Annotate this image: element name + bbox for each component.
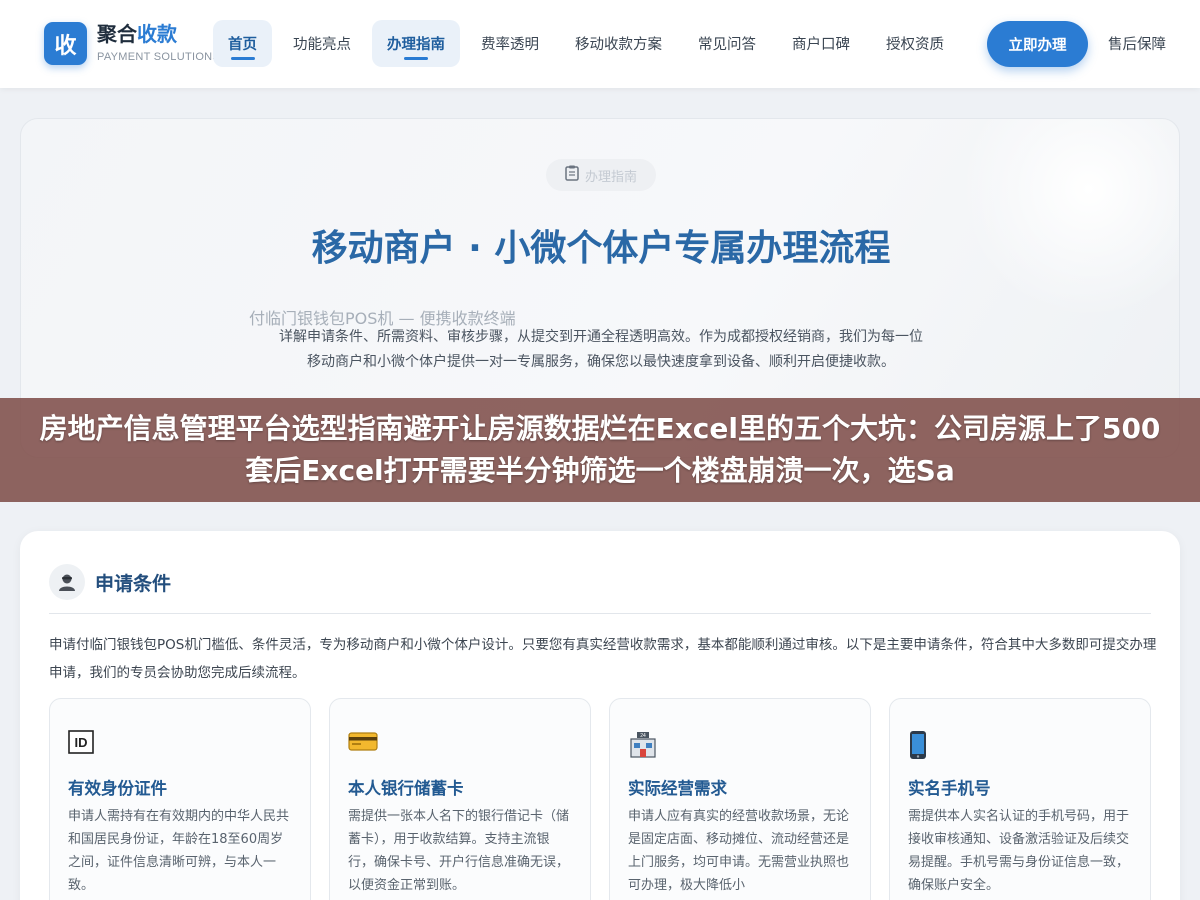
hero-badge: 办理指南 [546, 159, 656, 191]
section-intro: 申请付临门银钱包POS机门槛低、条件灵活，专为移动商户和小微个体户设计。只要您有… [49, 637, 1157, 681]
svg-text:24: 24 [640, 733, 646, 739]
logo-name: 聚合收款 [97, 24, 220, 44]
brand-logo[interactable]: 收 聚合收款 PAYMENT SOLUTIONS [44, 22, 220, 65]
nav-item-features[interactable]: 功能亮点 [278, 20, 366, 67]
logo-text: 聚合收款 PAYMENT SOLUTIONS [97, 24, 220, 63]
nav-item-mobile-solutions[interactable]: 移动收款方案 [560, 20, 677, 67]
card-title: 实际经营需求 [628, 779, 727, 798]
card-title: 有效身份证件 [68, 779, 167, 798]
condition-card-bank: 本人银行储蓄卡 需提供一张本人名下的银行借记卡（储蓄卡），用于收款结算。支持主流… [329, 698, 591, 900]
phone-icon [908, 730, 936, 759]
site-header: 收 聚合收款 PAYMENT SOLUTIONS 首页 功能亮点 办理指南 费率… [0, 0, 1200, 88]
card-text: 需提供一张本人名下的银行借记卡（储蓄卡），用于收款结算。支持主流银行，确保卡号、… [348, 809, 570, 893]
hero-description: 详解申请条件、所需资料、审核步骤，从提交到开通全程透明高效。作为成都授权经销商，… [279, 329, 923, 370]
overlay-banner: 房地产信息管理平台选型指南避开让房源数据烂在Excel里的五个大坑：公司房源上了… [0, 398, 1200, 502]
section-divider [49, 613, 1151, 614]
logo-subtitle: PAYMENT SOLUTIONS [97, 51, 221, 63]
nav-item-home[interactable]: 首页 [213, 20, 272, 67]
condition-cards: ID 有效身份证件 申请人需持有在有效期内的中华人民共和国居民身份证，年龄在18… [49, 698, 1151, 900]
condition-card-id: ID 有效身份证件 申请人需持有在有效期内的中华人民共和国居民身份证，年龄在18… [49, 698, 311, 900]
card-title: 本人银行储蓄卡 [348, 779, 464, 798]
section-title: 申请条件 [95, 572, 172, 595]
card-text: 申请人需持有在有效期内的中华人民共和国居民身份证，年龄在18至60周岁之间，证件… [68, 809, 290, 893]
card-text: 需提供本人实名认证的手机号码，用于接收审核通知、设备激活验证及后续交易提醒。手机… [908, 809, 1130, 893]
nav-item-credentials[interactable]: 授权资质 [871, 20, 959, 67]
condition-card-business: 24 实际经营需求 申请人应有真实的经营收款场景，无论是固定店面、移动摊位、流动… [609, 698, 871, 900]
nav-item-after-sales[interactable]: 售后保障 [1108, 33, 1166, 54]
logo-name-accent: 收款 [137, 22, 177, 46]
main-nav: 首页 功能亮点 办理指南 费率透明 移动收款方案 常见问答 商户口碑 授权资质 [213, 20, 965, 67]
clipboard-icon [565, 165, 579, 185]
card-title: 实名手机号 [908, 779, 991, 798]
hero-badge-label: 办理指南 [584, 169, 637, 185]
logo-mark: 收 [44, 22, 87, 65]
id-card-icon: ID [68, 730, 96, 758]
page-title: 移动商户 · 小微个体户专属办理流程 [311, 228, 891, 269]
card-text: 申请人应有真实的经营收款场景，无论是固定店面、移动摊位、流动经营还是上门服务，均… [628, 809, 850, 893]
svg-text:ID: ID [75, 735, 88, 750]
person-icon [49, 564, 85, 600]
section-header: 申请条件 [49, 564, 171, 600]
logo-name-main: 聚合 [97, 22, 137, 46]
conditions-section: 申请条件 申请付临门银钱包POS机门槛低、条件灵活，专为移动商户和小微个体户设计… [20, 531, 1180, 900]
nav-item-guide[interactable]: 办理指南 [372, 20, 460, 67]
store-icon: 24 [628, 730, 656, 758]
bank-card-icon [348, 730, 378, 758]
apply-now-button[interactable]: 立即办理 [987, 21, 1088, 67]
condition-card-phone: 实名手机号 需提供本人实名认证的手机号码，用于接收审核通知、设备激活验证及后续交… [889, 698, 1151, 900]
nav-item-faq[interactable]: 常见问答 [683, 20, 771, 67]
nav-item-reviews[interactable]: 商户口碑 [777, 20, 865, 67]
overlay-banner-text: 房地产信息管理平台选型指南避开让房源数据烂在Excel里的五个大坑：公司房源上了… [39, 412, 1161, 487]
nav-item-fees[interactable]: 费率透明 [466, 20, 554, 67]
